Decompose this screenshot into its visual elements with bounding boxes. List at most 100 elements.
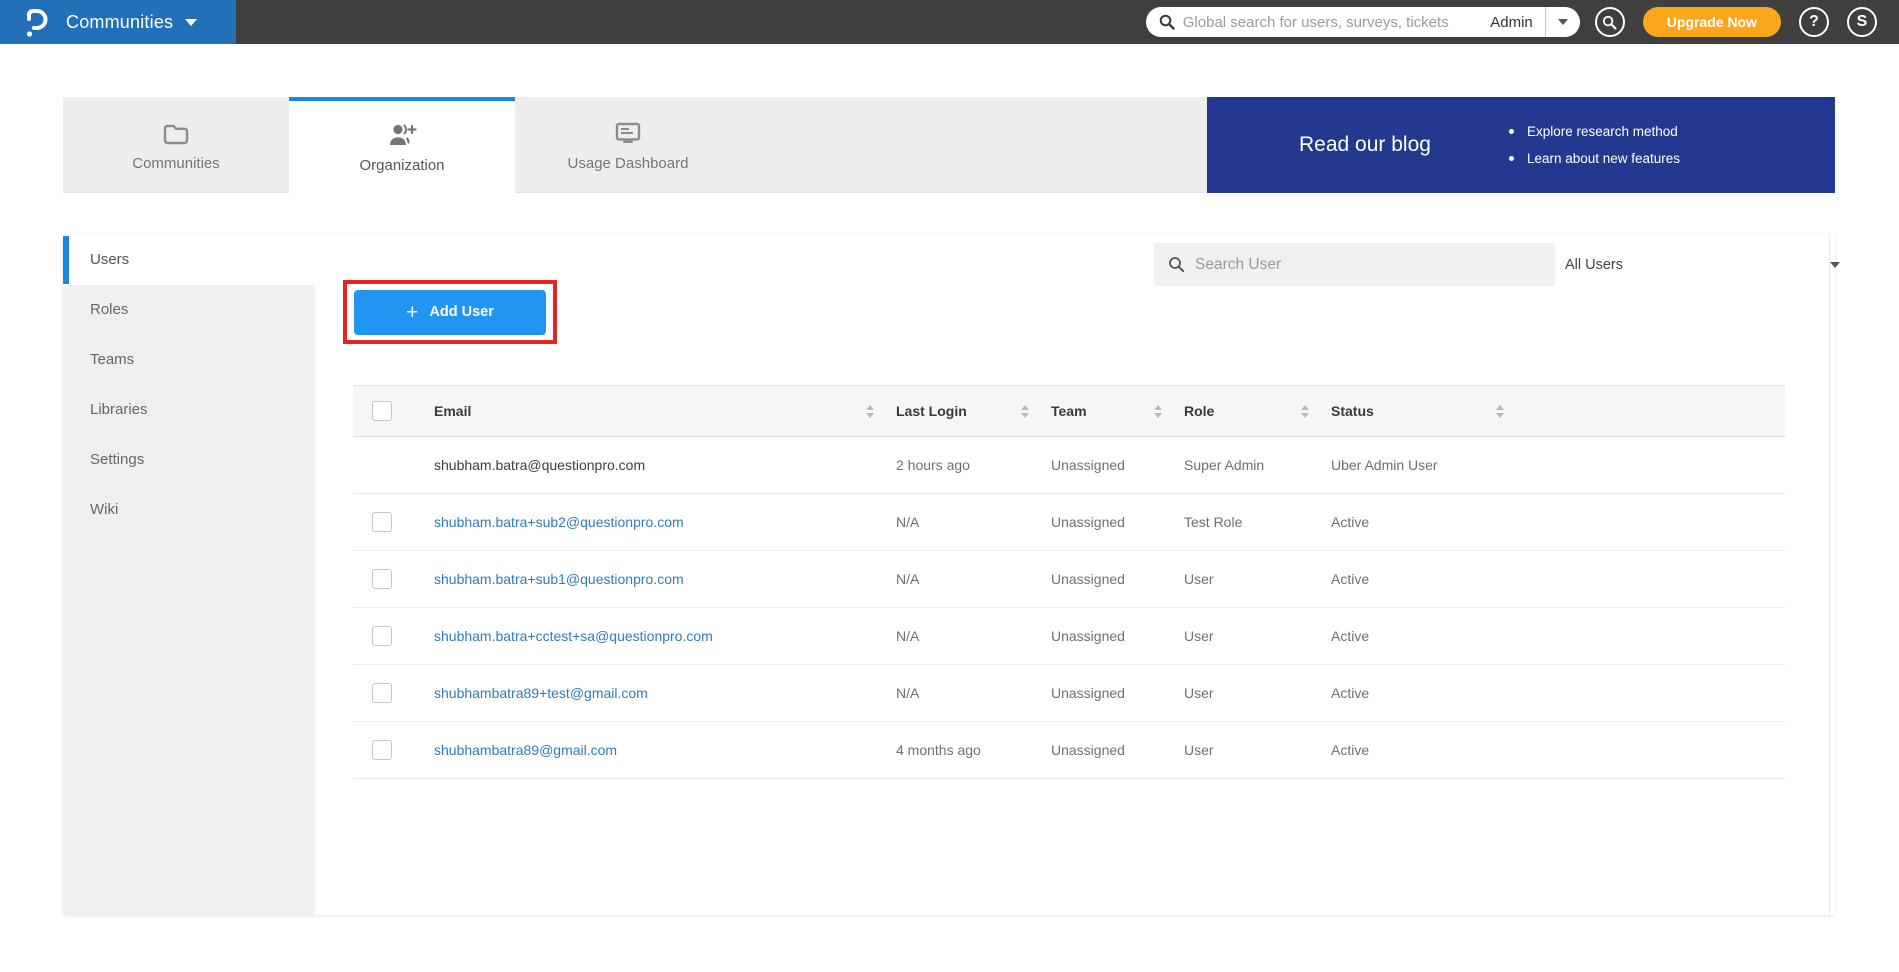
search-user-input[interactable] — [1195, 256, 1555, 274]
row-checkbox[interactable] — [372, 683, 392, 703]
product-switcher[interactable]: Communities — [0, 0, 236, 44]
last-login-cell: N/A — [880, 551, 1035, 608]
read-our-blog-link[interactable]: Read our blog — [1299, 133, 1431, 157]
add-user-button[interactable]: + Add User — [354, 290, 546, 335]
sidebar-item-settings[interactable]: Settings — [63, 435, 315, 485]
add-user-label: Add User — [429, 304, 493, 320]
sort-icon[interactable] — [1021, 405, 1029, 418]
last-login-cell: 4 months ago — [880, 722, 1035, 779]
organization-sidebar: Users Roles Teams Libraries Settings Wik… — [63, 235, 315, 915]
table-row: shubhambatra89+test@gmail.com N/A Unassi… — [353, 665, 1785, 722]
product-label: Communities — [66, 12, 173, 33]
status-cell: Active — [1315, 551, 1510, 608]
status-cell: Active — [1315, 608, 1510, 665]
table-row: shubham.batra+sub1@questionpro.com N/A U… — [353, 551, 1785, 608]
search-icon — [1159, 14, 1175, 30]
tab-label: Communities — [132, 155, 220, 172]
user-email-link[interactable]: shubham.batra+cctest+sa@questionpro.com — [434, 628, 713, 644]
sort-icon[interactable] — [866, 405, 874, 418]
main-tabs: Communities Organization Usage Dashboard — [63, 97, 1835, 193]
dashboard-icon — [614, 118, 642, 146]
row-checkbox[interactable] — [372, 512, 392, 532]
banner-bullet-list: Explore research method Learn about new … — [1509, 118, 1680, 172]
table-row: shubhambatra89@gmail.com 4 months ago Un… — [353, 722, 1785, 779]
team-cell: Unassigned — [1035, 494, 1168, 551]
user-filter-dropdown[interactable]: All Users — [1565, 243, 1848, 286]
tab-usage-dashboard[interactable]: Usage Dashboard — [515, 97, 741, 193]
search-user-field — [1154, 243, 1555, 286]
user-email-link[interactable]: shubham.batra+sub1@questionpro.com — [434, 571, 684, 587]
global-search: Admin — [1146, 7, 1580, 37]
banner-bullet: Explore research method — [1509, 118, 1680, 145]
row-checkbox[interactable] — [372, 740, 392, 760]
last-login-cell: N/A — [880, 494, 1035, 551]
role-cell: User — [1168, 608, 1315, 665]
search-scope-dropdown-button[interactable] — [1546, 7, 1580, 37]
last-login-cell: N/A — [880, 608, 1035, 665]
search-icon — [1168, 256, 1185, 273]
plus-icon: + — [406, 302, 418, 323]
table-row: shubham.batra@questionpro.com 2 hours ag… — [353, 437, 1785, 494]
sidebar-item-users[interactable]: Users — [63, 235, 315, 285]
last-login-cell: 2 hours ago — [880, 437, 1035, 494]
team-cell: Unassigned — [1035, 665, 1168, 722]
user-filter-value: All Users — [1565, 257, 1623, 273]
user-email-link[interactable]: shubhambatra89+test@gmail.com — [434, 685, 648, 701]
team-cell: Unassigned — [1035, 437, 1168, 494]
user-email: shubham.batra@questionpro.com — [434, 457, 645, 473]
row-checkbox[interactable] — [372, 626, 392, 646]
tab-label: Organization — [359, 157, 444, 174]
sort-icon[interactable] — [1496, 405, 1504, 418]
column-header-team: Team — [1051, 403, 1087, 419]
person-add-icon — [387, 120, 417, 148]
user-email-link[interactable]: shubhambatra89@gmail.com — [434, 742, 617, 758]
column-header-status: Status — [1331, 403, 1374, 419]
tab-communities[interactable]: Communities — [63, 97, 289, 193]
column-header-last-login: Last Login — [896, 403, 967, 419]
role-cell: User — [1168, 665, 1315, 722]
tab-organization[interactable]: Organization — [289, 97, 515, 193]
row-checkbox[interactable] — [372, 569, 392, 589]
select-all-checkbox[interactable] — [372, 401, 392, 421]
sidebar-item-wiki[interactable]: Wiki — [63, 485, 315, 535]
blog-promo-banner: Read our blog Explore research method Le… — [1207, 97, 1835, 193]
organization-panel: Users Roles Teams Libraries Settings Wik… — [63, 235, 1835, 915]
annotation-highlight: + Add User — [343, 280, 557, 344]
chevron-down-icon — [185, 19, 197, 26]
banner-bullet: Learn about new features — [1509, 145, 1680, 172]
global-search-input[interactable] — [1183, 14, 1478, 31]
sort-icon[interactable] — [1154, 405, 1162, 418]
column-header-email: Email — [434, 403, 471, 419]
team-cell: Unassigned — [1035, 551, 1168, 608]
avatar[interactable]: S — [1847, 7, 1877, 37]
role-cell: User — [1168, 551, 1315, 608]
topbar: Communities Admin Upgrade Now ? S — [0, 0, 1899, 44]
status-cell: Active — [1315, 665, 1510, 722]
user-email-link[interactable]: shubham.batra+sub2@questionpro.com — [434, 514, 684, 530]
search-submit-button[interactable] — [1595, 7, 1625, 37]
team-cell: Unassigned — [1035, 722, 1168, 779]
status-cell: Active — [1315, 722, 1510, 779]
table-row: shubham.batra+cctest+sa@questionpro.com … — [353, 608, 1785, 665]
column-header-role: Role — [1184, 403, 1214, 419]
status-cell: Uber Admin User — [1315, 437, 1510, 494]
table-header-row: Email Last Login Team Role Status — [353, 386, 1785, 437]
chevron-down-icon — [1830, 262, 1840, 268]
upgrade-now-button[interactable]: Upgrade Now — [1643, 7, 1781, 37]
table-row: shubham.batra+sub2@questionpro.com N/A U… — [353, 494, 1785, 551]
role-cell: User — [1168, 722, 1315, 779]
questionpro-logo-icon — [24, 6, 50, 38]
users-table: Email Last Login Team Role Status — [353, 385, 1785, 779]
role-cell: Super Admin — [1168, 437, 1315, 494]
last-login-cell: N/A — [880, 665, 1035, 722]
sidebar-item-teams[interactable]: Teams — [63, 335, 315, 385]
sidebar-item-libraries[interactable]: Libraries — [63, 385, 315, 435]
search-scope-selector[interactable]: Admin — [1478, 14, 1545, 31]
help-button[interactable]: ? — [1799, 7, 1829, 37]
search-icon — [1602, 15, 1617, 30]
tab-label: Usage Dashboard — [568, 155, 689, 172]
team-cell: Unassigned — [1035, 608, 1168, 665]
sidebar-item-roles[interactable]: Roles — [63, 285, 315, 335]
folder-icon — [162, 118, 190, 146]
sort-icon[interactable] — [1301, 405, 1309, 418]
